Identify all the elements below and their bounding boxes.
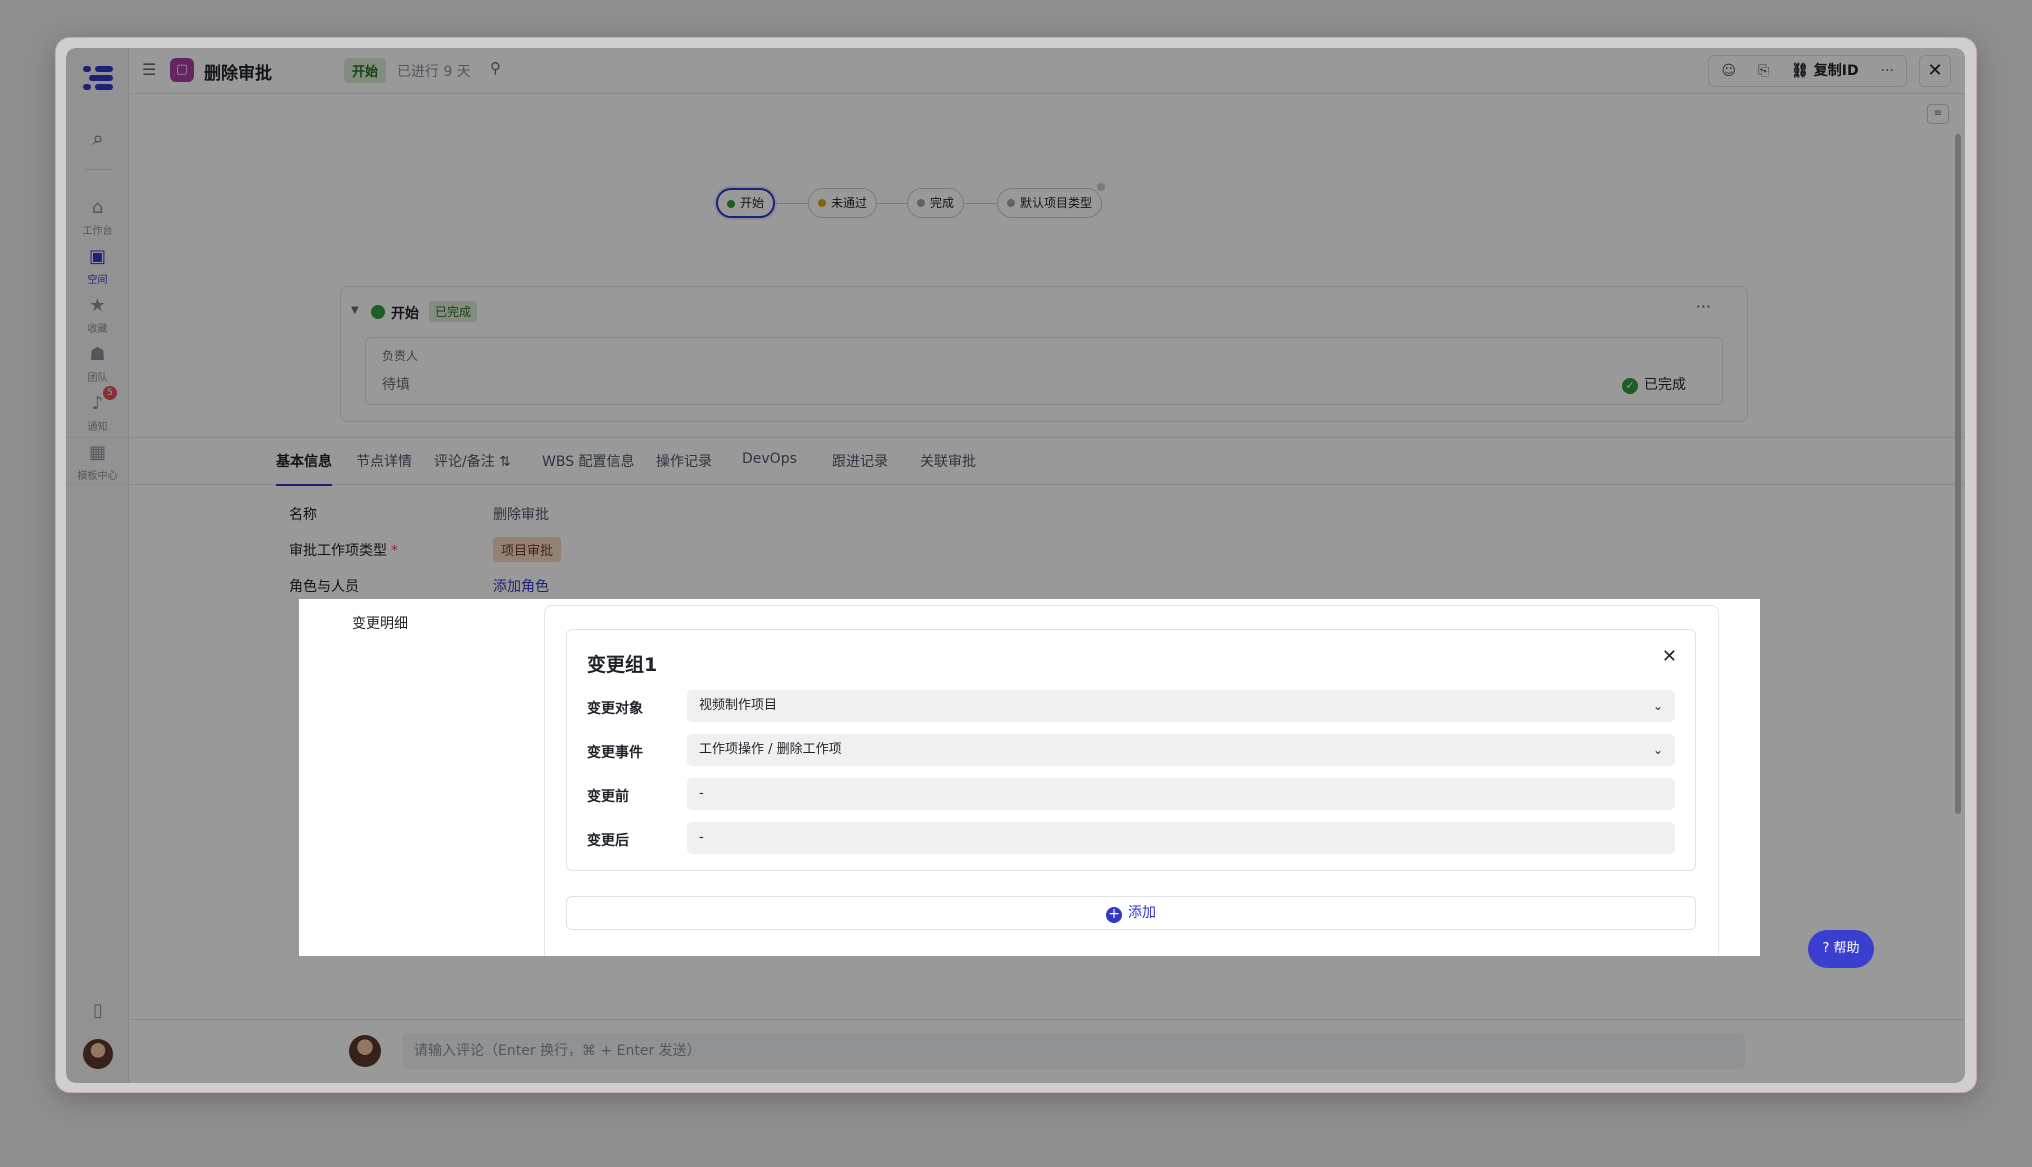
change-group: 变更组1 ✕ 变更对象 视频制作项目 ⌄ 变更事件 工作项操作 / 删除工作项 … xyxy=(566,629,1696,871)
after-change-value: - xyxy=(699,830,704,845)
plus-circle-icon: + xyxy=(1106,907,1122,923)
before-change-value: - xyxy=(699,786,704,801)
before-change-label: 变更前 xyxy=(587,789,629,805)
change-object-select[interactable]: 视频制作项目 ⌄ xyxy=(687,690,1675,722)
help-button[interactable]: ? 帮助 xyxy=(1808,930,1874,968)
chevron-down-icon: ⌄ xyxy=(1652,743,1663,757)
change-details-label: 变更明细 xyxy=(352,616,408,632)
before-change-field[interactable]: - xyxy=(687,778,1675,810)
change-event-label: 变更事件 xyxy=(587,745,643,761)
change-event-select[interactable]: 工作项操作 / 删除工作项 ⌄ xyxy=(687,734,1675,766)
chevron-down-icon: ⌄ xyxy=(1652,699,1663,713)
close-icon[interactable]: ✕ xyxy=(1662,646,1677,667)
change-object-value: 视频制作项目 xyxy=(699,698,778,713)
after-change-field[interactable]: - xyxy=(687,822,1675,854)
change-details-section: 变更明细 变更组1 ✕ 变更对象 视频制作项目 ⌄ 变更事件 工作项操作 / 删… xyxy=(299,599,1760,956)
help-icon: ? xyxy=(1822,941,1834,956)
after-change-label: 变更后 xyxy=(587,833,629,849)
change-event-value: 工作项操作 / 删除工作项 xyxy=(699,742,842,757)
add-change-group-button[interactable]: + 添加 xyxy=(566,896,1696,930)
change-object-label: 变更对象 xyxy=(587,701,643,717)
help-label: 帮助 xyxy=(1833,941,1860,956)
change-group-title: 变更组1 xyxy=(587,654,658,676)
add-label: 添加 xyxy=(1128,905,1156,921)
